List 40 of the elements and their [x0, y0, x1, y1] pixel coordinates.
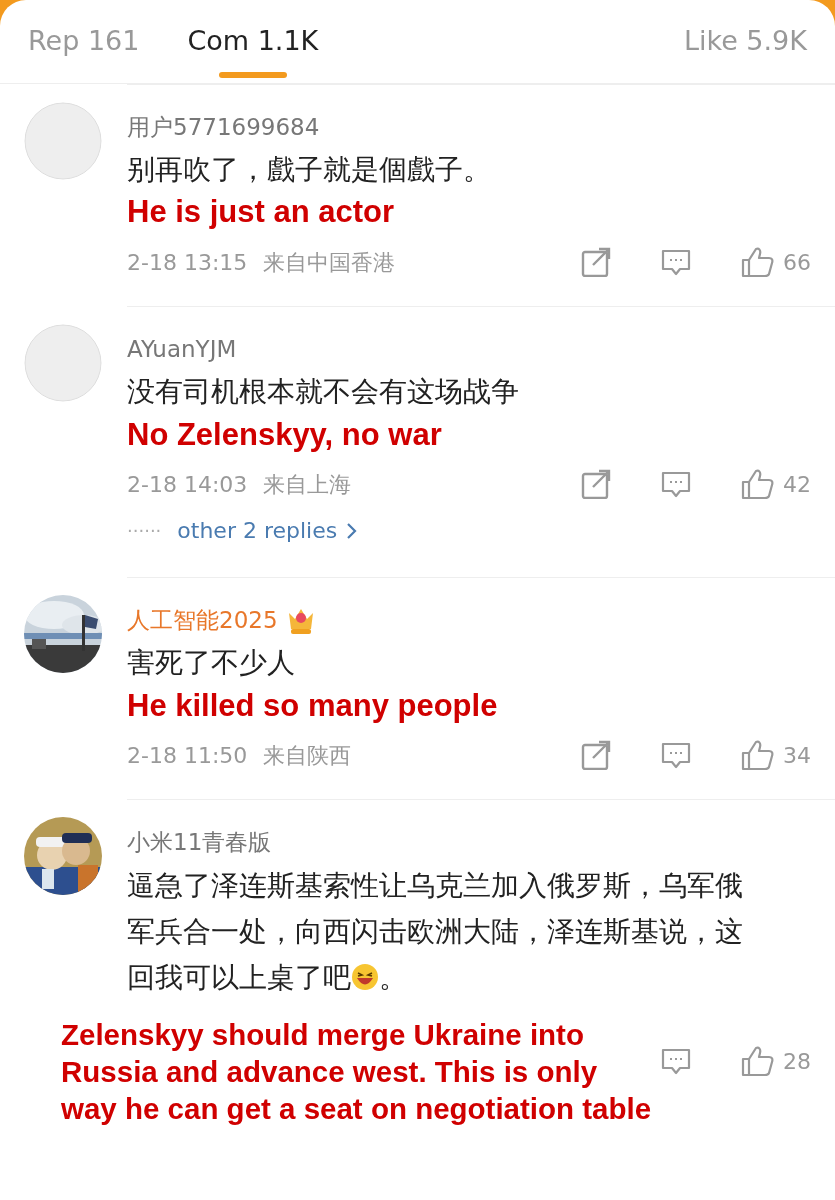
share-icon[interactable]: [581, 469, 611, 500]
username[interactable]: 用户5771699684: [127, 111, 320, 144]
like-count: 66: [783, 248, 811, 277]
share-icon[interactable]: [581, 740, 611, 771]
translation-text: He is just an actor: [127, 193, 396, 232]
laughing-emoji-icon: [351, 962, 379, 991]
tab[interactable]: Rep 161: [28, 0, 140, 84]
chevron-icon: [345, 521, 358, 540]
location-text: 来自中国香港: [263, 248, 396, 277]
comment-text: 别再吹了，戲子就是個戲子。: [127, 152, 492, 189]
username[interactable]: AYuanYJM: [127, 333, 237, 366]
translation-text: No Zelenskyy, no war: [127, 415, 443, 454]
timestamp: 2-18 14:03: [127, 470, 248, 499]
username[interactable]: 人工智能2025: [127, 604, 278, 637]
tab[interactable]: Like 5.9K: [683, 0, 807, 84]
tab[interactable]: Com 1.1K: [187, 0, 319, 84]
like-count: 42: [783, 470, 811, 499]
like-count: 28: [783, 1047, 811, 1076]
like-icon[interactable]: [741, 468, 775, 501]
comment-text: 没有司机根本就不会有这场战争: [127, 374, 520, 411]
timestamp: 2-18 13:15: [127, 248, 248, 277]
comment-icon[interactable]: [661, 1047, 691, 1076]
comment-icon[interactable]: [661, 741, 691, 770]
replies-link[interactable]: other 2 replies: [177, 514, 358, 548]
comment-icon[interactable]: [661, 248, 691, 277]
like-icon[interactable]: [741, 1045, 775, 1078]
like-icon[interactable]: [741, 739, 775, 772]
comment-text: 害死了不少人: [127, 645, 296, 682]
location-text: 来自陕西: [263, 741, 352, 770]
timestamp: 2-18 11:50: [127, 741, 248, 770]
translation-text: He killed so many people: [127, 686, 499, 725]
comment-text: 逼急了泽连斯基索性让乌克兰加入俄罗斯，乌军俄军兵合一处，向西闪击欧洲大陆，泽连斯基说，这回我可以上桌了吧 。: [127, 867, 744, 996]
like-count: 34: [783, 741, 811, 770]
translation-text: Zelenskyy should merge Ukraine into Russia and advance west. This is only way he can get a seat on negotiation table: [61, 1017, 653, 1127]
like-icon[interactable]: [741, 246, 775, 279]
location-text: 来自上海: [263, 470, 352, 499]
comment-icon[interactable]: [661, 470, 691, 499]
dots-text: ······: [127, 519, 162, 544]
username[interactable]: 小米11青春版: [127, 826, 272, 859]
share-icon[interactable]: [581, 247, 611, 278]
